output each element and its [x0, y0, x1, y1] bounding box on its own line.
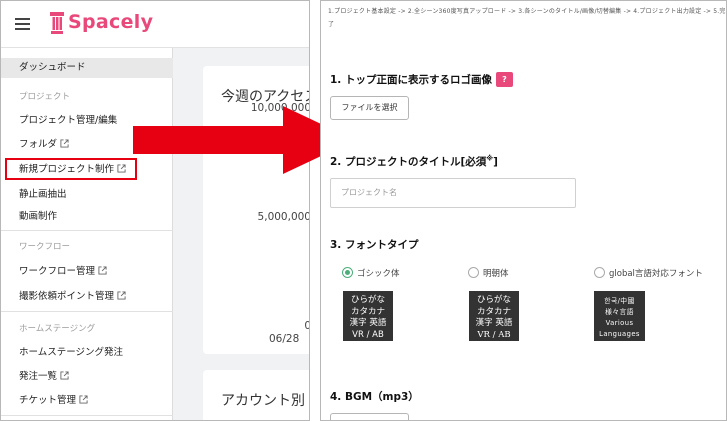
sidebar-divider	[1, 311, 173, 312]
sample-line: 한국/中國	[604, 297, 635, 305]
logo-text: Spacely	[68, 11, 154, 33]
external-link-icon	[60, 371, 69, 380]
sample-line: 漢字 英語	[349, 318, 387, 328]
highlight-box	[5, 158, 137, 180]
sample-line: Languages	[599, 330, 640, 338]
external-link-icon	[98, 266, 107, 275]
sample-line: ひらがな	[476, 295, 511, 305]
sidebar-item-shoot-points[interactable]: 撮影依頼ポイント管理	[1, 289, 173, 305]
section-title-title: 2. プロジェクトのタイトル[必須※]	[330, 154, 498, 169]
font-sample-mincho: ひらがな カタカナ 漢字 英語 VR / AB	[469, 291, 519, 341]
font-label-mincho: 明朝体	[483, 269, 509, 279]
breadcrumb: 1.プロジェクト基本設定 -> 2.全シーン360度写真アップロード -> 3.…	[328, 8, 726, 28]
y-tick-label: 0	[304, 320, 309, 332]
section-font-title: 3. フォントタイプ	[330, 239, 419, 251]
card-title: アカウント別	[221, 393, 305, 409]
sample-line: Various	[605, 319, 634, 327]
section-title-text: 2. プロジェクトのタイトル[必須	[330, 156, 487, 168]
sidebar-item-label: フォルダ	[19, 139, 58, 150]
font-label-global: global言語対応フォント	[609, 269, 703, 279]
menu-icon[interactable]	[15, 18, 30, 30]
sample-line: 漢字 英語	[475, 318, 513, 328]
logo-file-button[interactable]: ファイルを選択	[330, 96, 409, 120]
logo-pillar-icon	[50, 12, 64, 34]
x-tick-label: 06/28	[269, 333, 300, 345]
sample-line: 様々言語	[605, 308, 634, 316]
font-sample-gothic: ひらがな カタカナ 漢字 英語 VR / AB	[343, 291, 393, 341]
section-logo-title: 1. トップ正面に表示するロゴ画像?	[330, 72, 513, 87]
sidebar-divider	[1, 230, 173, 231]
section-title-end: ]	[493, 156, 498, 168]
help-icon[interactable]: ?	[495, 72, 513, 87]
sample-line: VR / AB	[352, 329, 384, 340]
font-radio-global[interactable]	[594, 267, 605, 278]
y-tick-label: 5,000,000	[257, 211, 310, 223]
font-radio-gothic[interactable]	[342, 267, 353, 278]
sidebar-item-ticket-manage[interactable]: チケット管理	[1, 393, 173, 409]
sidebar-item-label: 撮影依頼ポイント管理	[19, 291, 115, 302]
sidebar-divider	[1, 415, 173, 416]
sidebar-section-home-staging: ホームステージング	[19, 324, 96, 334]
sidebar-item-video-create[interactable]: 動画制作	[1, 209, 173, 225]
section-title-text: 1. トップ正面に表示するロゴ画像	[330, 74, 492, 86]
font-sample-global: 한국/中國 様々言語 Various Languages	[594, 291, 645, 341]
external-link-icon	[79, 395, 88, 404]
account-card: アカウント別	[203, 370, 309, 420]
external-link-icon	[60, 139, 69, 148]
sample-line: カタカナ	[476, 306, 511, 317]
sidebar-section-workflow: ワークフロー	[19, 242, 71, 252]
sidebar-item-still-extract[interactable]: 静止画抽出	[1, 187, 173, 203]
sidebar-item-label: 発注一覧	[19, 371, 58, 382]
section-bgm-title: 4. BGM（mp3）	[330, 391, 419, 403]
top-bar: Spacely	[1, 1, 309, 48]
sidebar-item-dashboard[interactable]: ダッシュボード	[1, 58, 173, 78]
project-title-input[interactable]: プロジェクト名	[330, 178, 576, 208]
sidebar-section-project: プロジェクト	[19, 92, 71, 102]
sidebar-item-home-staging-order[interactable]: ホームステージング発注	[1, 345, 173, 361]
sidebar-item-label: チケット管理	[19, 395, 77, 406]
font-label-gothic: ゴシック体	[357, 269, 400, 279]
dashboard-screenshot: Spacely ダッシュボード プロジェクト プロジェクト管理/編集 フォルダ …	[0, 0, 310, 421]
sidebar: ダッシュボード プロジェクト プロジェクト管理/編集 フォルダ 新規プロジェクト…	[1, 48, 173, 420]
sample-line: VR / AB	[477, 329, 511, 340]
project-settings-screenshot: 1.プロジェクト基本設定 -> 2.全シーン360度写真アップロード -> 3.…	[320, 0, 727, 421]
sample-line: カタカナ	[350, 306, 385, 317]
sidebar-item-workflow-manage[interactable]: ワークフロー管理	[1, 264, 173, 280]
bgm-file-button[interactable]: ファイルを選択	[330, 413, 409, 420]
sidebar-item-label: ワークフロー管理	[19, 266, 96, 277]
font-radio-mincho[interactable]	[468, 267, 479, 278]
external-link-icon	[117, 291, 126, 300]
dashboard-main: 今週のアクセス 10,000,0005,000,000006/28 アカウント別	[173, 48, 310, 420]
sidebar-item-order-list[interactable]: 発注一覧	[1, 369, 173, 385]
sample-line: ひらがな	[350, 295, 385, 305]
